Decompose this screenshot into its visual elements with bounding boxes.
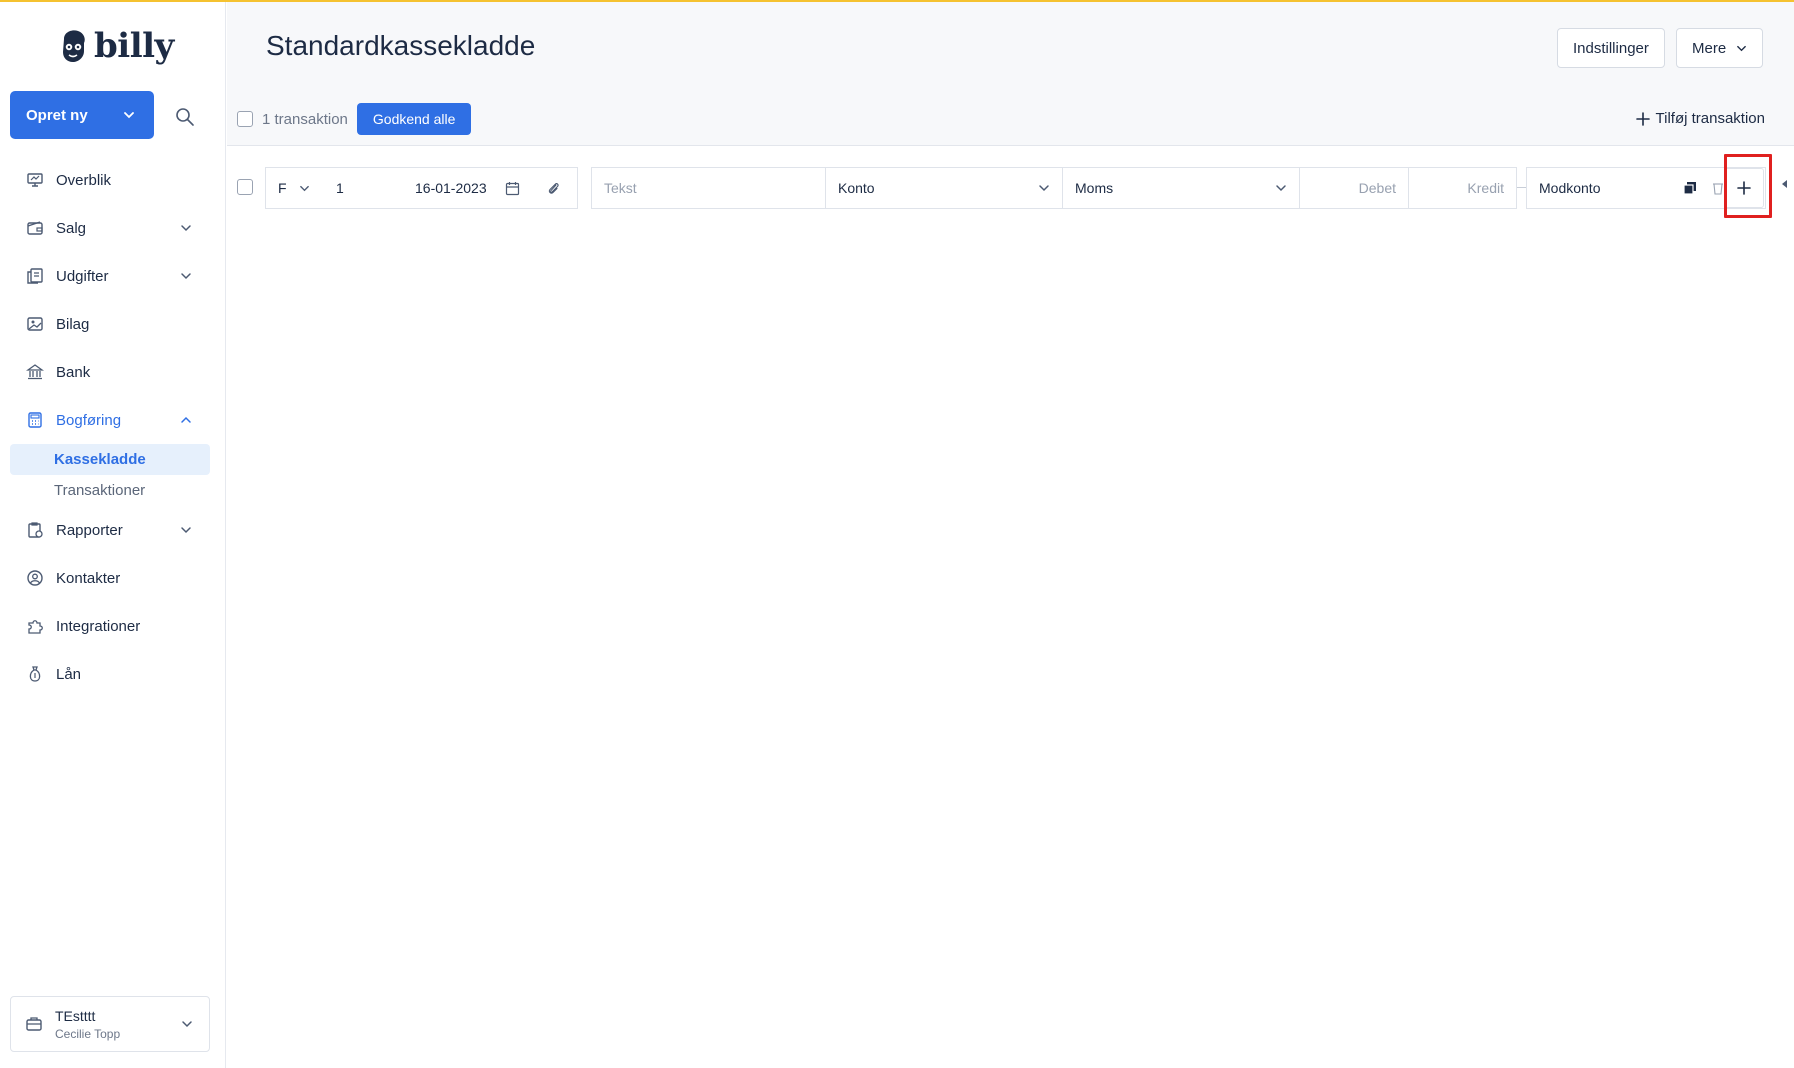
type-select[interactable]: F [265, 167, 325, 209]
search-icon[interactable] [174, 106, 196, 128]
account-value: Konto [838, 180, 875, 196]
sidebar-subitem-transaktioner[interactable]: Transaktioner [10, 475, 210, 506]
chevron-down-icon [181, 527, 191, 534]
debit-placeholder: Debet [1358, 180, 1396, 196]
transaction-row: F 1 16-01-2023 Tekst Konto Moms Debet Kr… [227, 167, 1794, 209]
debit-input[interactable]: Debet [1299, 167, 1409, 209]
type-value: F [278, 180, 287, 196]
chevron-down-icon [181, 273, 191, 280]
settings-label: Indstillinger [1573, 39, 1649, 57]
sidebar-item-bogforing[interactable]: Bogføring [10, 396, 210, 444]
sidebar-item-label: Salg [56, 219, 87, 237]
sidebar-item-label: Bogføring [56, 411, 122, 429]
sidebar-item-label: Rapporter [56, 521, 123, 539]
add-row-button[interactable] [1724, 168, 1764, 208]
plus-icon [1635, 111, 1650, 126]
chevron-up-icon [181, 416, 191, 423]
approve-all-label: Godkend alle [372, 111, 456, 127]
add-transaction-label: Tilføj transaktion [1655, 110, 1765, 127]
sidebar-subitem-kassekladde[interactable]: Kassekladde [10, 444, 210, 475]
trash-icon [1713, 183, 1723, 195]
chevron-down-icon [181, 225, 191, 232]
sidebar-item-bilag[interactable]: Bilag [10, 300, 210, 348]
field-separator [1517, 187, 1526, 188]
sidebar-item-label: Lån [56, 665, 82, 683]
caret-left-icon[interactable] [1782, 180, 1788, 188]
organization-name: TEstttt [55, 1007, 96, 1024]
create-new-label: Opret ny [26, 106, 88, 124]
settings-button[interactable]: Indstillinger [1557, 28, 1665, 68]
voucher-number-input[interactable]: 1 [324, 167, 404, 209]
sidebar-nav: Overblik Salg Udgifter Bilag Bank Bogfør… [10, 156, 210, 698]
credit-input[interactable]: Kredit [1408, 167, 1517, 209]
sidebar-item-kontakter[interactable]: Kontakter [10, 554, 210, 602]
chevron-down-icon [1276, 185, 1286, 192]
sidebar-item-label: Bank [56, 363, 91, 381]
receipts-icon [27, 268, 43, 284]
sidebar: billy Opret ny Overblik Salg Udgifter Bi… [0, 2, 226, 1068]
sidebar-item-udgifter[interactable]: Udgifter [10, 252, 210, 300]
row-actions [1676, 168, 1764, 208]
row-checkbox[interactable] [237, 179, 253, 195]
briefcase-icon [26, 1017, 42, 1031]
contact-icon [27, 570, 43, 586]
more-label: Mere [1692, 39, 1727, 57]
vat-select[interactable]: Moms [1062, 167, 1300, 209]
chevron-down-icon [1039, 185, 1049, 192]
credit-placeholder: Kredit [1467, 180, 1504, 196]
organization-switcher[interactable]: TEstttt Cecilie Topp [10, 996, 210, 1052]
sidebar-item-integrationer[interactable]: Integrationer [10, 602, 210, 650]
select-all-checkbox[interactable] [237, 111, 253, 127]
calendar-icon [505, 181, 520, 195]
text-placeholder: Tekst [604, 180, 637, 196]
sidebar-item-label: Kontakter [56, 569, 121, 587]
more-button[interactable]: Mere [1676, 28, 1764, 68]
bank-icon [26, 364, 44, 380]
wallet-icon [27, 221, 43, 235]
create-new-button[interactable]: Opret ny [10, 91, 154, 139]
date-value: 16-01-2023 [415, 180, 487, 196]
sidebar-item-label: Udgifter [56, 267, 109, 285]
sidebar-item-overblik[interactable]: Overblik [10, 156, 210, 204]
sidebar-item-label: Integrationer [56, 617, 141, 635]
chevron-down-icon [124, 112, 134, 119]
sidebar-item-salg[interactable]: Salg [10, 204, 210, 252]
duplicate-icon [1683, 182, 1696, 195]
puzzle-icon [28, 620, 43, 634]
page-title: Standardkassekladde [266, 30, 536, 61]
add-transaction-button[interactable]: Tilføj transaktion [1635, 110, 1765, 127]
chevron-down-icon [1737, 45, 1747, 51]
text-input[interactable]: Tekst [591, 167, 830, 209]
user-name: Cecilie Topp [55, 1026, 121, 1041]
dashboard-icon [27, 173, 43, 187]
date-input[interactable]: 16-01-2023 [403, 167, 531, 209]
voucher-number-value: 1 [336, 180, 344, 196]
account-select[interactable]: Konto [825, 167, 1063, 209]
plus-icon [1737, 181, 1751, 195]
report-icon [28, 522, 43, 538]
sidebar-item-label: Overblik [56, 171, 112, 189]
transaction-count: 1 transaktion [262, 110, 348, 128]
billy-logo[interactable]: billy [58, 26, 174, 66]
sidebar-item-bank[interactable]: Bank [10, 348, 210, 396]
page-header: Standardkassekladde Indstillinger Mere 1… [227, 2, 1794, 146]
moneybag-icon [29, 666, 41, 682]
image-icon [27, 317, 43, 331]
sidebar-item-label: Bilag [56, 315, 90, 333]
vat-value: Moms [1075, 180, 1114, 196]
main-content: Standardkassekladde Indstillinger Mere 1… [227, 2, 1794, 1068]
chevron-down-icon [299, 185, 309, 191]
attach-file-button[interactable] [530, 167, 578, 209]
calculator-icon [28, 412, 42, 428]
billy-mascot-icon [63, 30, 85, 62]
journal-toolbar: 1 transaktion Godkend alle [237, 103, 472, 135]
chevron-down-icon [182, 1021, 192, 1028]
sidebar-item-rapporter[interactable]: Rapporter [10, 506, 210, 554]
paperclip-icon [548, 182, 559, 194]
approve-all-button[interactable]: Godkend alle [356, 103, 472, 135]
duplicate-row-button[interactable] [1676, 174, 1704, 202]
logo-wordmark: billy [94, 26, 174, 66]
counter-account-value: Modkonto [1539, 180, 1601, 196]
sidebar-item-lan[interactable]: Lån [10, 650, 210, 698]
